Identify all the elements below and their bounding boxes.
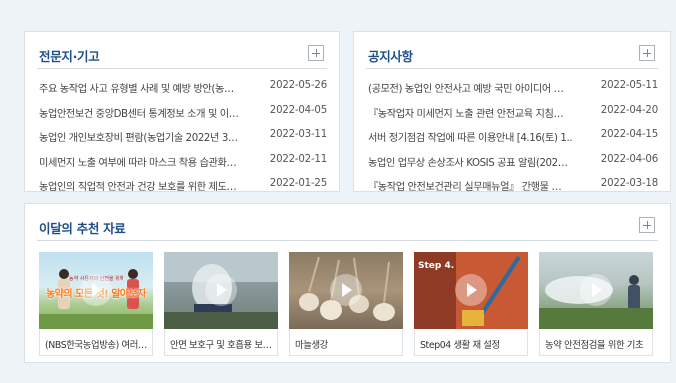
play-icon (80, 274, 112, 306)
notice-more-button[interactable] (639, 45, 655, 61)
video-thumbnail-step4-icon: Step 4. (414, 252, 528, 329)
notice-title: 공지사항 (368, 49, 413, 64)
list-item-date: 2022-04-20 (600, 104, 658, 116)
list-item[interactable]: 농업인 개인보호장비 편람(농업기술 2022년 3… 2022-03-11 (39, 126, 327, 151)
thumbnail-overlay-text: Step 4. (418, 261, 455, 271)
video-thumbnail-garlic-icon (289, 252, 403, 329)
expert-column-title: 전문지·기고 (39, 49, 100, 64)
list-item[interactable]: 농업안전보건 중앙DB센터 통계정보 소개 및 이… 2022-04-05 (39, 102, 327, 127)
video-card-caption: 농약 안전점검을 위한 기초 (539, 330, 653, 356)
list-item-title: 주요 농작업 사고 유형별 사례 및 예방 방안(농… (39, 84, 234, 95)
list-item-date: 2022-05-26 (269, 80, 327, 91)
list-item-title: 『농작업자 미세먼지 노출 관련 안전교육 지침… (368, 108, 564, 120)
notice-panel: 공지사항 (공모전) 농업인 안전사고 예방 국민 아이디어 … 2022-05… (353, 31, 671, 193)
list-item[interactable]: 주요 농작업 사고 유형별 사례 및 예방 방안(농… 2022-05-26 (39, 77, 327, 102)
list-item-title: 미세먼지 노출 여부에 따라 마스크 착용 습관화… (39, 157, 237, 169)
recommend-more-button[interactable] (639, 217, 655, 233)
list-item-date: 2022-01-25 (269, 178, 327, 190)
plus-icon-v (316, 49, 317, 57)
play-icon (205, 274, 237, 306)
list-item-title: 농업인의 직업적 안전과 건강 보호를 위한 제도… (39, 182, 237, 194)
list-item[interactable]: 농업인의 직업적 안전과 건강 보호를 위한 제도… 2022-01-25 (39, 175, 327, 200)
video-thumbnail-face-shield-icon (164, 252, 278, 329)
list-item-date: 2022-03-18 (600, 178, 658, 190)
plus-icon-v (647, 221, 648, 229)
list-item-date: 2022-03-11 (269, 129, 327, 141)
plus-icon-v (647, 49, 648, 57)
play-icon (455, 274, 487, 306)
list-item[interactable]: 농업인 업무상 손상조사 KOSIS 공표 알림(202… 2022-04-06 (368, 151, 658, 176)
play-icon (330, 274, 362, 306)
notice-header: 공지사항 (366, 42, 658, 69)
list-item[interactable]: 『농작업 안전보건관리 실무매뉴얼』 간행물 … 2022-03-18 (368, 175, 658, 200)
list-item-title: 『농작업 안전보건관리 실무매뉴얼』 간행물 … (368, 182, 562, 194)
list-item-title: 농업안전보건 중앙DB센터 통계정보 소개 및 이… (39, 108, 239, 120)
expert-column-more-button[interactable] (308, 45, 324, 61)
video-card-caption: Step04 생활 재 설정 (414, 330, 528, 356)
video-card-caption: 안면 보호구 및 호흡용 보… (164, 330, 278, 356)
list-item-title: (공모전) 농업인 안전사고 예방 국민 아이디어 … (368, 84, 564, 95)
recommend-header: 이달의 추천 자료 (37, 214, 658, 241)
list-item-title: 농업인 개인보호장비 편람(농업기술 2022년 3… (39, 133, 238, 145)
expert-column-list: 주요 농작업 사고 유형별 사례 및 예방 방안(농… 2022-05-26 농… (39, 77, 327, 200)
list-item-date: 2022-02-11 (269, 153, 327, 165)
list-item-title: 서버 정기점검 작업에 따른 이용안내 [4.16(토) 1.. (368, 133, 573, 145)
list-item-date: 2022-04-06 (600, 153, 658, 165)
recommend-panel: 이달의 추천 자료 농약 사용자의 안전을 위해 농약의 모든 것! 알아보자 (24, 203, 671, 363)
list-item-date: 2022-04-15 (600, 129, 658, 141)
recommend-title: 이달의 추천 자료 (39, 221, 126, 236)
list-item[interactable]: 미세먼지 노출 여부에 따라 마스크 착용 습관화… 2022-02-11 (39, 151, 327, 176)
list-item-date: 2022-05-11 (600, 80, 658, 91)
expert-column-header: 전문지·기고 (37, 42, 327, 69)
notice-list: (공모전) 농업인 안전사고 예방 국민 아이디어 … 2022-05-11 『… (368, 77, 658, 200)
video-card-caption: (NBS한국농업방송) 여러… (39, 330, 153, 356)
list-item-date: 2022-04-05 (269, 104, 327, 116)
list-item-title: 농업인 업무상 손상조사 KOSIS 공표 알림(202… (368, 157, 568, 169)
list-item[interactable]: 서버 정기점검 작업에 따른 이용안내 [4.16(토) 1.. 2022-04… (368, 126, 658, 151)
expert-column-panel: 전문지·기고 주요 농작업 사고 유형별 사례 및 예방 방안(농… 2022-… (24, 31, 340, 193)
list-item[interactable]: 『농작업자 미세먼지 노출 관련 안전교육 지침… 2022-04-20 (368, 102, 658, 127)
list-item[interactable]: (공모전) 농업인 안전사고 예방 국민 아이디어 … 2022-05-11 (368, 77, 658, 102)
video-card-caption: 마늘생강 (289, 330, 403, 356)
video-thumbnail-spraying-icon (539, 252, 653, 329)
video-thumbnail-people-icon: 농약 사용자의 안전을 위해 농약의 모든 것! 알아보자 (39, 252, 153, 329)
play-icon (580, 274, 612, 306)
